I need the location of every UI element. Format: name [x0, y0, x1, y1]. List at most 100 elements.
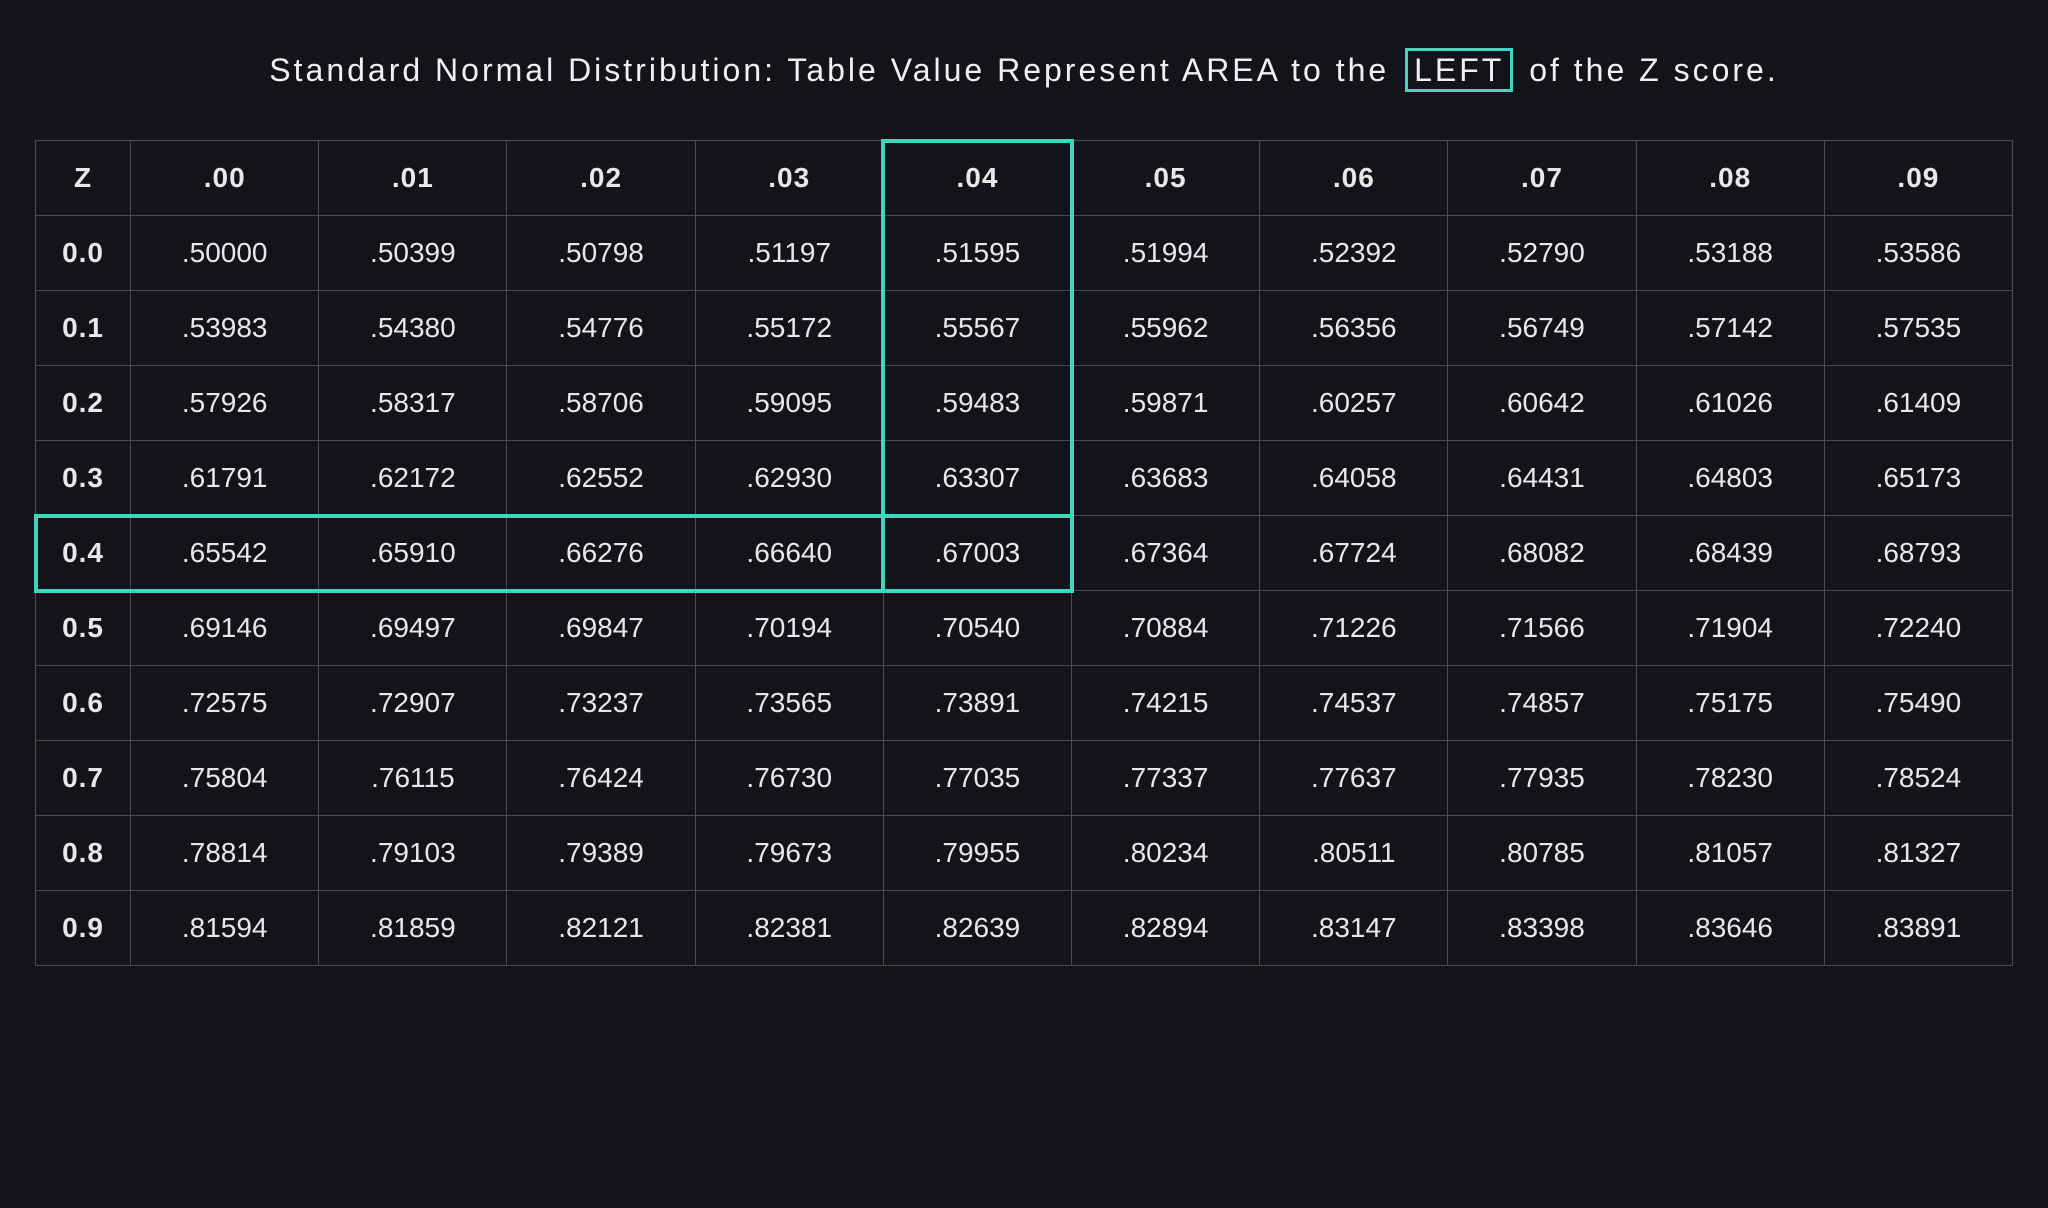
table-cell: .68439 — [1636, 516, 1824, 591]
table-cell: .56356 — [1260, 291, 1448, 366]
table-cell: .69497 — [319, 591, 507, 666]
table-row-header: 0.4 — [36, 516, 131, 591]
table-cell: .62552 — [507, 441, 695, 516]
table-col-header: .05 — [1072, 141, 1260, 216]
table-cell: .75490 — [1824, 666, 2012, 741]
table-cell: .61409 — [1824, 366, 2012, 441]
table-cell: .61026 — [1636, 366, 1824, 441]
table-row: 0.1.53983.54380.54776.55172.55567.55962.… — [36, 291, 2013, 366]
table-cell: .64803 — [1636, 441, 1824, 516]
title-pre: Standard Normal Distribution: Table Valu… — [269, 52, 1389, 88]
table-cell: .80511 — [1260, 816, 1448, 891]
table-cell: .78814 — [131, 816, 319, 891]
table-cell: .79103 — [319, 816, 507, 891]
table-cell: .55567 — [883, 291, 1071, 366]
table-cell: .80785 — [1448, 816, 1636, 891]
table-cell: .59483 — [883, 366, 1071, 441]
table-row-header: 0.7 — [36, 741, 131, 816]
table-cell: .67364 — [1072, 516, 1260, 591]
table-cell: .54776 — [507, 291, 695, 366]
table-cell: .81057 — [1636, 816, 1824, 891]
table-cell: .65173 — [1824, 441, 2012, 516]
table-row-header: 0.8 — [36, 816, 131, 891]
table-cell: .71226 — [1260, 591, 1448, 666]
table-cell: .82121 — [507, 891, 695, 966]
table-row: 0.2.57926.58317.58706.59095.59483.59871.… — [36, 366, 2013, 441]
table-cell: .51595 — [883, 216, 1071, 291]
table-cell: .77637 — [1260, 741, 1448, 816]
table-cell: .54380 — [319, 291, 507, 366]
table-header-row: Z.00.01.02.03.04.05.06.07.08.09 — [36, 141, 2013, 216]
table-cell: .74537 — [1260, 666, 1448, 741]
title-boxed-word: LEFT — [1405, 48, 1513, 92]
table-row: 0.8.78814.79103.79389.79673.79955.80234.… — [36, 816, 2013, 891]
table-cell: .79955 — [883, 816, 1071, 891]
table-cell: .58706 — [507, 366, 695, 441]
table-cell: .55962 — [1072, 291, 1260, 366]
table-col-header: .08 — [1636, 141, 1824, 216]
table-col-header: .07 — [1448, 141, 1636, 216]
table-cell: .78230 — [1636, 741, 1824, 816]
table-col-header: .09 — [1824, 141, 2012, 216]
table-cell: .57142 — [1636, 291, 1824, 366]
table-cell: .66276 — [507, 516, 695, 591]
table-row: 0.7.75804.76115.76424.76730.77035.77337.… — [36, 741, 2013, 816]
table-cell: .50399 — [319, 216, 507, 291]
page-title: Standard Normal Distribution: Table Valu… — [35, 48, 2013, 92]
table-cell: .61791 — [131, 441, 319, 516]
table-cell: .64431 — [1448, 441, 1636, 516]
table-cell: .65542 — [131, 516, 319, 591]
table-cell: .57535 — [1824, 291, 2012, 366]
table-cell: .72907 — [319, 666, 507, 741]
table-cell: .67724 — [1260, 516, 1448, 591]
table-col-header: .03 — [695, 141, 883, 216]
table-cell: .50000 — [131, 216, 319, 291]
table-cell: .58317 — [319, 366, 507, 441]
table-cell: .70540 — [883, 591, 1071, 666]
table-cell: .65910 — [319, 516, 507, 591]
table-cell: .66640 — [695, 516, 883, 591]
table-cell: .64058 — [1260, 441, 1448, 516]
table-cell: .63307 — [883, 441, 1071, 516]
table-row: 0.5.69146.69497.69847.70194.70540.70884.… — [36, 591, 2013, 666]
table-cell: .83398 — [1448, 891, 1636, 966]
table-cell: .60642 — [1448, 366, 1636, 441]
table-cell: .57926 — [131, 366, 319, 441]
table-cell: .77337 — [1072, 741, 1260, 816]
table-cell: .50798 — [507, 216, 695, 291]
table-col-header: .02 — [507, 141, 695, 216]
table-row-header: 0.5 — [36, 591, 131, 666]
table-cell: .76115 — [319, 741, 507, 816]
table-cell: .70884 — [1072, 591, 1260, 666]
title-post: of the Z score. — [1529, 52, 1779, 88]
table-cell: .75804 — [131, 741, 319, 816]
table-row-header: 0.9 — [36, 891, 131, 966]
table-cell: .72575 — [131, 666, 319, 741]
table-cell: .73565 — [695, 666, 883, 741]
table-cell: .51994 — [1072, 216, 1260, 291]
table-cell: .71566 — [1448, 591, 1636, 666]
table-cell: .82381 — [695, 891, 883, 966]
table-row-header: 0.1 — [36, 291, 131, 366]
table-cell: .73237 — [507, 666, 695, 741]
table-cell: .62930 — [695, 441, 883, 516]
table-row: 0.0.50000.50399.50798.51197.51595.51994.… — [36, 216, 2013, 291]
table-cell: .62172 — [319, 441, 507, 516]
table-row: 0.3.61791.62172.62552.62930.63307.63683.… — [36, 441, 2013, 516]
table-cell: .52392 — [1260, 216, 1448, 291]
table-cell: .59095 — [695, 366, 883, 441]
table-cell: .77035 — [883, 741, 1071, 816]
z-table-container: Z.00.01.02.03.04.05.06.07.08.09 0.0.5000… — [35, 140, 2013, 966]
table-cell: .68793 — [1824, 516, 2012, 591]
table-cell: .83891 — [1824, 891, 2012, 966]
table-col-header: .04 — [883, 141, 1071, 216]
table-cell: .81327 — [1824, 816, 2012, 891]
table-cell: .69146 — [131, 591, 319, 666]
table-cell: .80234 — [1072, 816, 1260, 891]
table-cell: .74857 — [1448, 666, 1636, 741]
table-row-header: 0.3 — [36, 441, 131, 516]
table-col-header: .00 — [131, 141, 319, 216]
table-corner-label: Z — [36, 141, 131, 216]
table-cell: .79673 — [695, 816, 883, 891]
table-cell: .73891 — [883, 666, 1071, 741]
